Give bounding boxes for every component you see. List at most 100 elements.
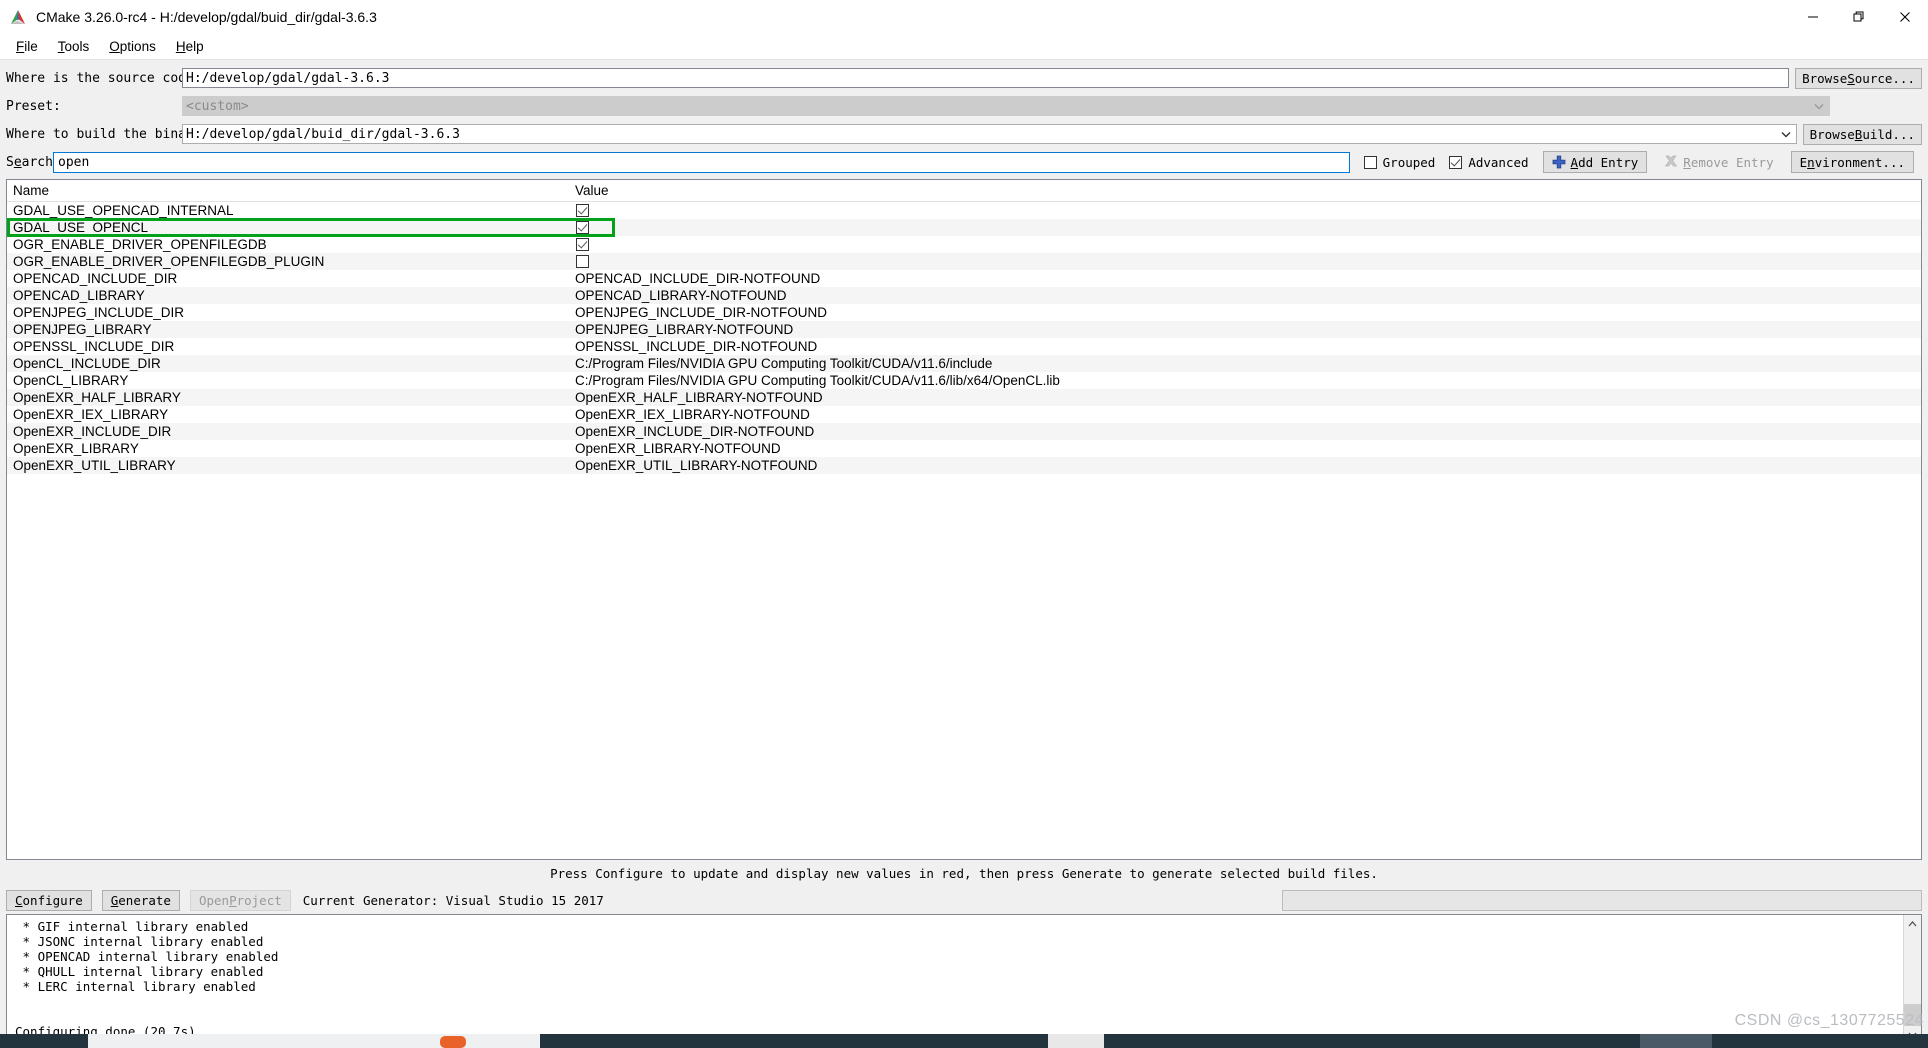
cache-entry-value[interactable]: OpenEXR_UTIL_LIBRARY-NOTFOUND	[569, 458, 1921, 473]
cache-entry-value[interactable]	[569, 204, 1921, 217]
configure-button[interactable]: Configure	[6, 889, 92, 911]
cache-entry-name: OGR_ENABLE_DRIVER_OPENFILEGDB_PLUGIN	[13, 254, 325, 269]
table-row[interactable]: OpenEXR_LIBRARY OpenEXR_LIBRARY-NOTFOUND	[7, 440, 1921, 457]
browse-build-button[interactable]: Browse Build...	[1802, 123, 1922, 145]
table-row[interactable]: OpenCL_LIBRARY C:/Program Files/NVIDIA GP…	[7, 372, 1921, 389]
menu-options[interactable]: Options	[99, 36, 166, 57]
cache-entry-value[interactable]	[569, 255, 1921, 268]
restore-icon[interactable]	[1836, 0, 1882, 33]
table-header: Name Value	[7, 180, 1921, 202]
cache-entry-value[interactable]: OpenEXR_INCLUDE_DIR-NOTFOUND	[569, 424, 1921, 439]
search-input-value: open	[58, 154, 90, 170]
cache-entry-checkbox[interactable]	[576, 204, 589, 217]
table-row[interactable]: OpenCL_INCLUDE_DIR C:/Program Files/NVIDI…	[7, 355, 1921, 372]
cache-entry-name: OpenEXR_IEX_LIBRARY	[13, 407, 169, 422]
chevron-down-icon[interactable]	[1776, 125, 1796, 143]
source-row: Where is the source code: H:/develop/gda…	[6, 66, 1922, 90]
grouped-checkbox-box	[1363, 155, 1377, 169]
cache-entry-value[interactable]: OPENCAD_INCLUDE_DIR-NOTFOUND	[569, 271, 1921, 286]
cache-toolbar: Grouped Advanced Add Entry R emove Entry…	[1363, 151, 1922, 173]
search-toolbar-row: Search: open Grouped Advanced A dd Entry…	[6, 150, 1922, 174]
remove-entry-button: Remove Entry	[1655, 151, 1782, 173]
search-label: Search:	[6, 155, 61, 170]
cache-entry-value[interactable]: OPENSSL_INCLUDE_DIR-NOTFOUND	[569, 339, 1921, 354]
remove-entry-accel: R	[1683, 154, 1691, 170]
menu-file[interactable]: File	[6, 36, 48, 57]
table-body: GDAL_USE_OPENCAD_INTERNAL GDAL_USE_OPENCL…	[7, 202, 1921, 859]
remove-x-icon	[1664, 155, 1678, 169]
column-header-value[interactable]: Value	[569, 180, 1921, 201]
browse-build-pre: Browse	[1809, 126, 1855, 142]
table-row[interactable]: OPENSSL_INCLUDE_DIR OPENSSL_INCLUDE_DIR-N…	[7, 338, 1921, 355]
cache-entry-value[interactable]: C:/Program Files/NVIDIA GPU Computing To…	[569, 356, 1921, 371]
browse-source-post: ource...	[1854, 70, 1915, 86]
cache-entry-value[interactable]: OpenEXR_HALF_LIBRARY-NOTFOUND	[569, 390, 1921, 405]
environment-button[interactable]: En vironment...	[1790, 151, 1914, 173]
column-header-name[interactable]: Name	[7, 180, 569, 201]
close-icon[interactable]	[1882, 0, 1928, 33]
log-output-panel: * GIF internal library enabled * JSONC i…	[6, 914, 1922, 1044]
taskbar-app-icon	[440, 1036, 466, 1048]
source-input[interactable]: H:/develop/gdal/gdal-3.6.3	[182, 68, 1790, 88]
table-row[interactable]: OpenEXR_INCLUDE_DIR OpenEXR_INCLUDE_DIR-N…	[7, 423, 1921, 440]
taskbar-window-strip	[88, 1034, 540, 1048]
browse-source-pre: Browse	[1802, 70, 1848, 86]
cache-entry-value[interactable]: OpenEXR_LIBRARY-NOTFOUND	[569, 441, 1921, 456]
menu-tools[interactable]: Tools	[48, 36, 100, 57]
cache-entry-value[interactable]: C:/Program Files/NVIDIA GPU Computing To…	[569, 373, 1921, 388]
minimize-icon[interactable]	[1790, 0, 1836, 33]
table-row[interactable]: OGR_ENABLE_DRIVER_OPENFILEGDB	[7, 236, 1921, 253]
grouped-checkbox[interactable]: Grouped	[1363, 155, 1435, 170]
cache-entry-name: OPENSSL_INCLUDE_DIR	[13, 339, 175, 354]
cache-entry-name: GDAL_USE_OPENCL	[13, 220, 149, 235]
cache-entry-name: OpenCL_INCLUDE_DIR	[13, 356, 161, 371]
hint-row: Press Configure to update and display ne…	[0, 860, 1928, 886]
menu-help[interactable]: Help	[166, 36, 214, 57]
table-row[interactable]: OPENJPEG_INCLUDE_DIR OPENJPEG_INCLUDE_DIR…	[7, 304, 1921, 321]
title-bar: CMake 3.26.0-rc4 - H:/develop/gdal/buid_…	[0, 0, 1928, 33]
cache-entry-value[interactable]	[569, 221, 1921, 234]
current-generator-label: Current Generator: Visual Studio 15 2017	[302, 892, 604, 908]
cache-entry-checkbox[interactable]	[576, 238, 589, 251]
taskbar-segment-right	[1640, 1034, 1712, 1048]
chevron-down-icon	[1809, 97, 1829, 115]
cache-entry-value[interactable]: OPENJPEG_LIBRARY-NOTFOUND	[569, 322, 1921, 337]
table-row[interactable]: OPENCAD_INCLUDE_DIR OPENCAD_INCLUDE_DIR-N…	[7, 270, 1921, 287]
cmake-logo-icon	[8, 7, 28, 27]
table-row[interactable]: OpenEXR_HALF_LIBRARY OpenEXR_HALF_LIBRARY…	[7, 389, 1921, 406]
source-input-value: H:/develop/gdal/gdal-3.6.3	[186, 70, 390, 86]
browse-source-button[interactable]: Browse Source...	[1795, 67, 1922, 89]
menu-file-accel: F	[16, 38, 25, 54]
browse-build-accel: B	[1854, 126, 1863, 142]
menu-help-accel: H	[175, 38, 186, 54]
cache-entry-name: GDAL_USE_OPENCAD_INTERNAL	[13, 203, 234, 218]
cache-entry-value[interactable]: OpenEXR_IEX_LIBRARY-NOTFOUND	[569, 407, 1921, 422]
generate-button[interactable]: Generate	[101, 889, 180, 911]
advanced-checkbox[interactable]: Advanced	[1449, 155, 1529, 170]
scroll-up-icon[interactable]	[1904, 915, 1921, 932]
table-row[interactable]: GDAL_USE_OPENCAD_INTERNAL	[7, 202, 1921, 219]
preset-label: Preset:	[6, 98, 61, 114]
cache-entry-checkbox[interactable]	[576, 255, 589, 268]
log-output-text[interactable]: * GIF internal library enabled * JSONC i…	[7, 915, 1903, 1043]
generate-post: enerate	[118, 892, 171, 908]
table-row[interactable]: OpenEXR_UTIL_LIBRARY OpenEXR_UTIL_LIBRARY…	[7, 457, 1921, 474]
table-row[interactable]: GDAL_USE_OPENCL	[7, 218, 1921, 237]
add-entry-accel: A	[1570, 154, 1579, 170]
search-input[interactable]: open	[53, 151, 1350, 173]
cache-entry-value[interactable]	[569, 238, 1921, 251]
generate-accel: G	[110, 892, 119, 908]
cache-entry-name: OPENCAD_LIBRARY	[13, 288, 145, 303]
table-row[interactable]: OPENJPEG_LIBRARY OPENJPEG_LIBRARY-NOTFOUN…	[7, 321, 1921, 338]
table-row[interactable]: OpenEXR_IEX_LIBRARY OpenEXR_IEX_LIBRARY-N…	[7, 406, 1921, 423]
binaries-row: Where to build the binaries: H:/develop/…	[6, 122, 1922, 146]
remove-entry-post: emove Entry	[1690, 154, 1774, 170]
cache-entry-value[interactable]: OPENJPEG_INCLUDE_DIR-NOTFOUND	[569, 305, 1921, 320]
add-entry-button[interactable]: Add Entry	[1542, 151, 1648, 173]
table-row[interactable]: OPENCAD_LIBRARY OPENCAD_LIBRARY-NOTFOUND	[7, 287, 1921, 304]
preset-select[interactable]: <custom>	[182, 96, 1830, 116]
cache-entry-checkbox[interactable]	[576, 221, 589, 234]
table-row[interactable]: OGR_ENABLE_DRIVER_OPENFILEGDB_PLUGIN	[7, 253, 1921, 270]
cache-entry-value[interactable]: OPENCAD_LIBRARY-NOTFOUND	[569, 288, 1921, 303]
binaries-input[interactable]: H:/develop/gdal/buid_dir/gdal-3.6.3	[182, 124, 1797, 144]
